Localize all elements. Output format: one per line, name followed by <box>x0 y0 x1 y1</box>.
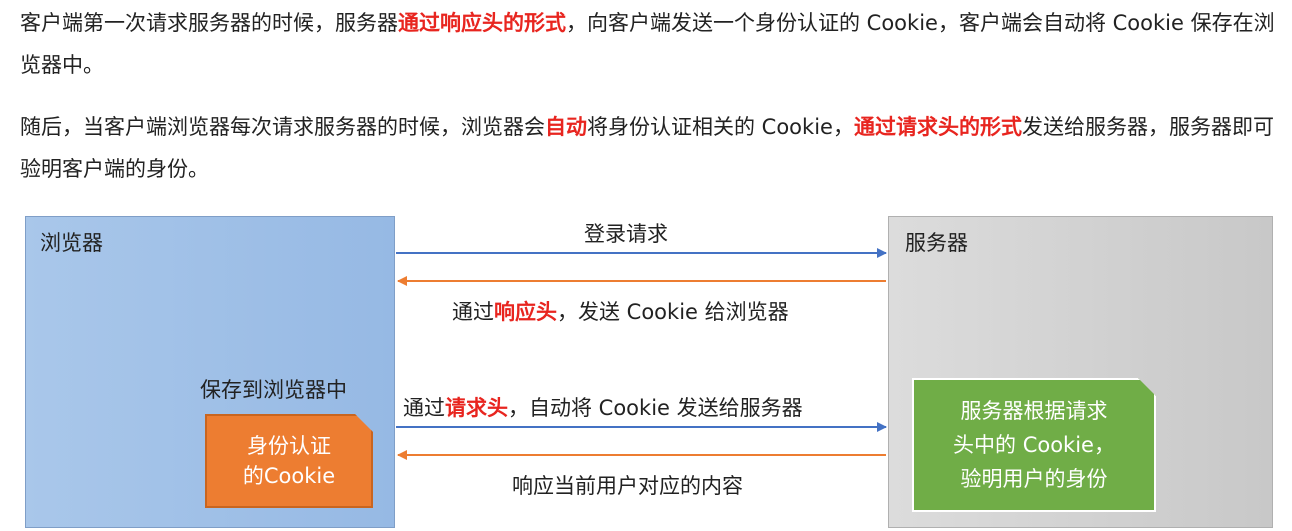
login-request-label: 登录请求 <box>584 222 668 246</box>
set-cookie-response-label: 通过响应头，发送 Cookie 给浏览器 <box>452 296 789 326</box>
arrow2-label-after: ，发送 Cookie 给浏览器 <box>557 300 789 324</box>
request-header-highlight: 请求头 <box>445 396 508 420</box>
cookie-request-label: 通过请求头，自动将 Cookie 发送给服务器 <box>403 392 803 422</box>
arrow3-label-after: ，自动将 Cookie 发送给服务器 <box>508 396 803 420</box>
response-header-highlight: 响应头 <box>494 300 557 324</box>
content-response-label: 响应当前用户对应的内容 <box>512 474 743 498</box>
arrow3-label-before: 通过 <box>403 396 445 420</box>
message-arrows <box>396 248 887 460</box>
arrow2-label-before: 通过 <box>452 300 494 324</box>
